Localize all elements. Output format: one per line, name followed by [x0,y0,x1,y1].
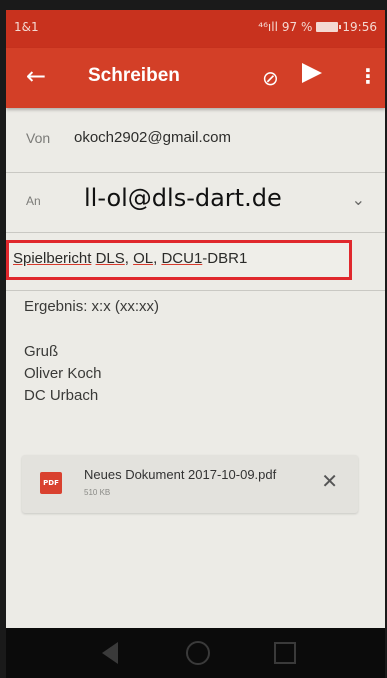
battery-level: 97 % [281,20,313,34]
carrier-name: 1&1 [14,20,39,34]
system-nav-bar [6,628,385,678]
to-row[interactable]: An ll-ol@dls-dart.de ⌄ [6,172,385,233]
battery-icon [316,22,342,32]
from-value[interactable]: okoch2902@gmail.com [74,129,231,146]
to-field[interactable]: ll-ol@dls-dart.de [84,184,282,212]
body-greeting[interactable]: Gruß [24,343,58,360]
more-vert-icon[interactable]: ⋮ [358,64,378,88]
attachment-chip[interactable]: PDF Neues Dokument 2017-10-09.pdf 510 KB… [22,455,358,513]
status-bar: 1&1 ⁴⁶ıll 97 % 19:56 [6,10,385,48]
paperclip-icon[interactable]: ⊘ [262,66,279,90]
nav-home-icon[interactable] [186,641,210,665]
subject-sep-2: , [124,250,134,267]
subject-word-4: DCU1 [161,250,203,267]
body-signature-club[interactable]: DC Urbach [24,387,98,404]
body-signature-name[interactable]: Oliver Koch [24,365,102,382]
toolbar-title: Schreiben [88,65,180,86]
arrow-left-icon[interactable]: ← [26,62,46,90]
subject-field[interactable]: Spielbericht DLS, OL, DCU1-DBR1 [13,250,247,267]
pdf-icon: PDF [40,472,62,494]
body-result-line[interactable]: Ergebnis: x:x (xx:xx) [24,298,159,315]
send-icon[interactable] [302,63,322,83]
from-row[interactable]: Von okoch2902@gmail.com [6,108,385,173]
from-label: Von [26,130,51,146]
nav-back-icon[interactable] [102,642,118,664]
subject-row[interactable]: Spielbericht DLS, OL, DCU1-DBR1 [6,232,385,291]
close-icon[interactable]: ✕ [321,469,338,493]
subject-word-2: DLS [95,250,125,267]
signal-icon: ⁴⁶ıll [258,20,278,34]
status-right: ⁴⁶ıll 97 % 19:56 [258,20,377,34]
clock: 19:56 [342,20,377,34]
attachment-size: 510 KB [84,488,111,497]
subject-word-5: -DBR1 [202,250,248,267]
subject-word-1: Spielbericht [13,250,92,267]
compose-screen: 1&1 ⁴⁶ıll 97 % 19:56 ← Schreiben ⊘ ⋮ Von… [6,10,385,678]
subject-highlight[interactable]: Spielbericht DLS, OL, DCU1-DBR1 [6,240,352,280]
attachment-name: Neues Dokument 2017-10-09.pdf [84,467,277,482]
nav-recents-icon[interactable] [274,642,296,664]
subject-word-3: OL [133,250,154,267]
app-toolbar: ← Schreiben ⊘ ⋮ [6,48,385,108]
to-label: An [26,194,41,208]
chevron-down-icon[interactable]: ⌄ [352,190,365,209]
